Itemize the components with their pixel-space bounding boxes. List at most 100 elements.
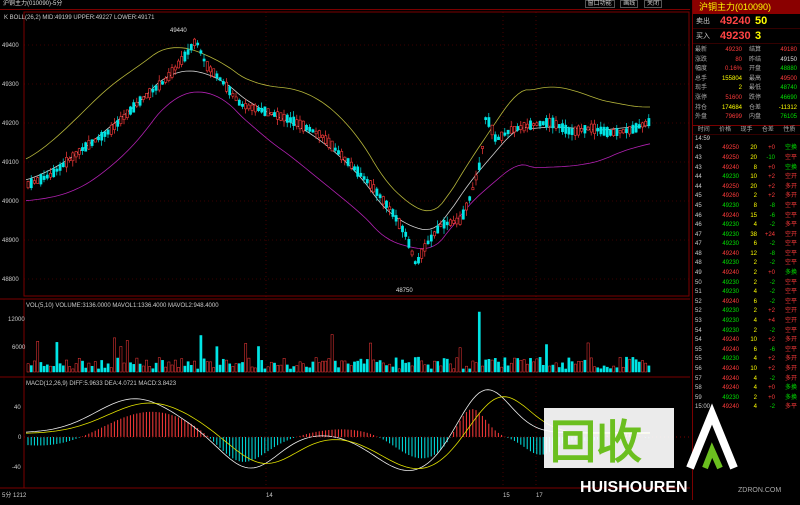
stat-value: 76105 [780, 114, 797, 121]
volume-bar [129, 362, 132, 373]
volume-bar [244, 343, 248, 373]
close-button[interactable]: 关闭 [643, 0, 662, 8]
volume-bar [445, 358, 449, 373]
tick-volume: 8 [753, 164, 757, 171]
volume-bar [119, 346, 123, 373]
volume-bar [305, 366, 308, 373]
candle-body [497, 136, 500, 141]
candle-body [365, 179, 369, 184]
tick-row: 53 49230 4 +4 空开 [693, 317, 800, 327]
tick-volume: 2 [753, 279, 757, 286]
candle-body [401, 225, 404, 233]
volume-bar [554, 362, 558, 373]
stat-value: 49230 [725, 47, 742, 53]
volume-bar [45, 364, 49, 373]
stat-row: 外盘 79699 内盘 76105 [693, 113, 800, 123]
tick-volume: 4 [753, 318, 757, 325]
candle-body [628, 126, 632, 135]
volume-bar [493, 358, 497, 373]
volume-bar [551, 364, 555, 373]
tick-row: 15:00 49240 4 -2 多平 [693, 403, 800, 413]
volume-bar [324, 360, 328, 373]
candle-body [359, 172, 363, 177]
volume-bar [308, 367, 312, 373]
sell-quote-row[interactable]: 卖出 49240 50 [693, 14, 800, 29]
volume-bar [225, 359, 228, 373]
volume-bar [516, 358, 520, 373]
volume-bar [135, 357, 139, 373]
volume-bars [26, 311, 651, 373]
candle-body [407, 239, 411, 248]
candle-body [49, 172, 52, 178]
kline-chart-svg[interactable]: K BOLL(26,2) MID:49199 UPPER:49227 LOWER… [0, 10, 690, 500]
volume-bar [359, 358, 363, 373]
macd-tick-neg40: -40 [12, 465, 21, 471]
volume-bar [301, 363, 305, 373]
candle-body [391, 209, 395, 217]
tick-nature: 空换 [784, 145, 797, 152]
candle-body [417, 256, 420, 264]
draw-line-button[interactable]: 画线 [620, 0, 639, 8]
tick-price: 49240 [722, 164, 739, 171]
tick-row: 49 49240 2 +0 多换 [693, 269, 800, 279]
candle-body [215, 73, 219, 79]
volume-bar [513, 357, 516, 373]
tick-time: 43 [695, 154, 702, 161]
candle-body [500, 131, 504, 141]
volume-bar [337, 367, 340, 373]
candle-body [161, 81, 164, 85]
chart-area[interactable]: K BOLL(26,2) MID:49199 UPPER:49227 LOWER… [0, 10, 690, 500]
candle-body [567, 127, 571, 135]
volume-bar [61, 365, 65, 373]
candle-body [554, 120, 558, 129]
volume-tick-12000: 12000 [8, 317, 25, 323]
candle-body [33, 180, 36, 184]
ticks-list[interactable]: 14:59 43 49250 20 +0 空换 43 49250 20 -10 空平 43 49240 8… [693, 135, 800, 413]
candle-body [545, 117, 548, 128]
stat-value: 80 [735, 56, 742, 63]
candle-body [103, 131, 107, 137]
volume-bar [340, 360, 344, 373]
volume-bar [500, 366, 504, 373]
stat-row: 幅度 0.16% 开盘 48880 [693, 65, 800, 75]
volume-bar [52, 366, 56, 373]
volume-bar [189, 365, 193, 373]
low-price-label: 48750 [396, 288, 413, 294]
volume-bar [484, 359, 488, 373]
tick-row: 44 49230 10 +2 空开 [693, 173, 800, 183]
tick-nature [775, 135, 799, 145]
candle-body [634, 123, 638, 133]
tick-time: 46 [695, 212, 702, 219]
volume-bar [481, 365, 484, 373]
candle-body [369, 180, 372, 189]
volume-bar [487, 359, 491, 373]
tick-nature: 空开 [784, 308, 797, 315]
candle-body [282, 114, 286, 122]
candle-body [42, 175, 46, 180]
volume-bar [49, 365, 52, 373]
volume-bar [631, 357, 635, 373]
candle-body [471, 187, 475, 191]
volume-bar [436, 361, 440, 373]
tick-price: 49240 [722, 346, 739, 353]
tick-price: 49240 [722, 298, 739, 305]
candle-body [452, 219, 456, 224]
tick-nature: 多开 [784, 375, 797, 382]
volume-bar [103, 367, 107, 373]
macd-tick-40: 40 [14, 405, 21, 411]
stat-row: 持仓 174684 仓差 -11312 [693, 104, 800, 114]
main-indicator-label: K BOLL(26,2) MID:49199 UPPER:49227 LOWER… [4, 15, 155, 21]
buy-quote-row[interactable]: 买入 49230 3 [693, 29, 800, 44]
candle-body [279, 112, 283, 121]
volume-bar [106, 363, 110, 373]
tick-nature: 多开 [784, 337, 797, 344]
candle-body [580, 128, 584, 132]
window-function-button[interactable]: 窗口功能 [584, 0, 615, 8]
candle-body [301, 120, 305, 132]
candle-body [535, 122, 539, 126]
candle-body [221, 81, 225, 85]
tick-row: 55 49230 4 +2 多开 [693, 355, 800, 365]
buy-price: 49230 [720, 30, 751, 42]
volume-indicator-label: VOL(5,10) VOLUME:3136.0000 MAVOL1:1336.4… [26, 303, 219, 309]
volume-bar [132, 364, 136, 373]
